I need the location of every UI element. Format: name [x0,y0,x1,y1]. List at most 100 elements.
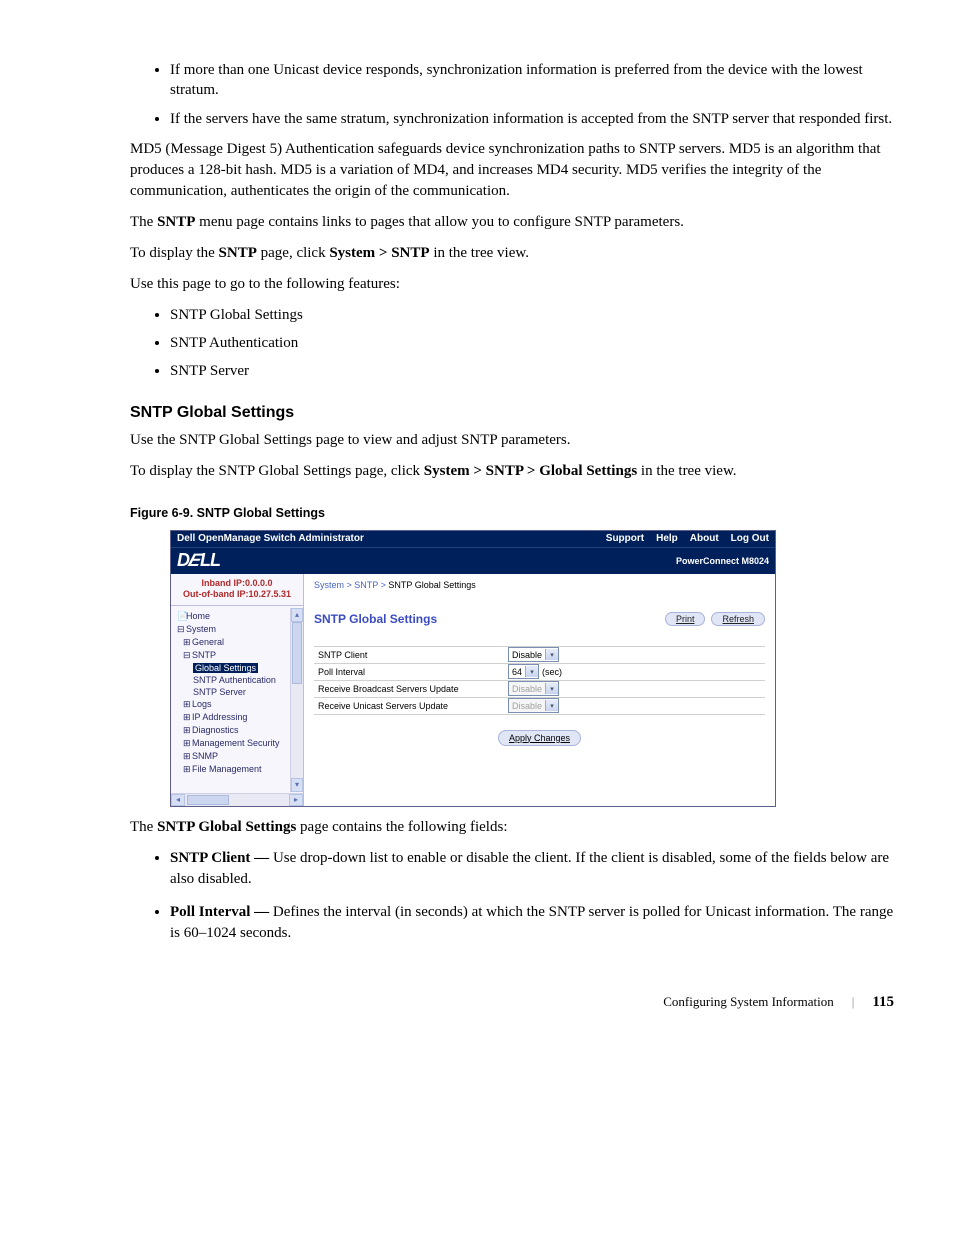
tree-diagnostics[interactable]: ⊞Diagnostics [177,724,299,737]
tree-global-settings[interactable]: Global Settings [177,662,299,674]
sntp-client-select[interactable]: Disable▾ [508,647,559,662]
text-bold: System > SNTP > Global Settings [424,463,637,479]
chevron-down-icon: ▾ [545,700,558,711]
text: menu page contains links to pages that a… [195,214,684,230]
scroll-thumb[interactable] [292,622,302,684]
tree-general[interactable]: ⊞General [177,636,299,649]
print-button[interactable]: Print [665,612,706,626]
footer-separator: | [852,994,855,1010]
tree-sntp-server[interactable]: SNTP Server [177,686,299,698]
page-footer: Configuring System Information | 115 [130,994,894,1011]
row-broadcast-update: Receive Broadcast Servers Update Disable… [314,680,765,697]
features-list: SNTP Global Settings SNTP Authentication… [130,305,894,382]
text-bold: SNTP [219,245,257,261]
tree-sntp-auth[interactable]: SNTP Authentication [177,674,299,686]
tree-ip-addressing[interactable]: ⊞IP Addressing [177,711,299,724]
paragraph-display: To display the SNTP page, click System >… [130,243,894,264]
text-bold: System > SNTP [329,245,429,261]
tree-management-security[interactable]: ⊞Management Security [177,737,299,750]
text-bold: SNTP [157,214,195,230]
poll-interval-select[interactable]: 64▾ [508,664,539,679]
bullet-item: If the servers have the same stratum, sy… [170,109,894,129]
scrollbar-vertical[interactable]: ▴ ▾ [290,608,303,792]
text: The [130,214,157,230]
ip-info: Inband IP:0.0.0.0 Out-of-band IP:10.27.5… [171,574,303,606]
panel-title: SNTP Global Settings [314,612,659,626]
nav-logout[interactable]: Log Out [731,533,769,544]
field-desc: Use drop-down list to enable or disable … [170,850,889,887]
paragraph-fields: The SNTP Global Settings page contains t… [130,817,894,838]
tree-system[interactable]: ⊟System [177,623,299,636]
tree-home[interactable]: 📄Home [177,610,299,623]
label: Receive Broadcast Servers Update [318,684,508,694]
text: in the tree view. [637,463,736,479]
settings-table: SNTP Client Disable▾ Poll Interval 64▾ (… [314,646,765,715]
broadcast-select: Disable▾ [508,681,559,696]
bullet-item: If more than one Unicast device responds… [170,60,894,101]
chevron-down-icon: ▾ [525,666,538,677]
list-item: SNTP Global Settings [170,305,894,325]
text: page contains the following fields: [296,819,507,835]
text: The [130,819,157,835]
main-panel: System > SNTP > SNTP Global Settings SNT… [304,574,775,806]
unit-label: (sec) [542,667,562,677]
nav-about[interactable]: About [690,533,719,544]
text-bold: SNTP Global Settings [157,819,296,835]
tree-logs[interactable]: ⊞Logs [177,698,299,711]
scroll-right-icon[interactable]: ▸ [289,794,303,806]
field-name: Poll Interval — [170,904,273,920]
list-item: SNTP Server [170,361,894,381]
crumb-system[interactable]: System [314,580,344,590]
nav-help[interactable]: Help [656,533,678,544]
inband-ip: Inband IP:0.0.0.0 [173,578,301,590]
titlebar: Dell OpenManage Switch Administrator Sup… [171,531,775,547]
scroll-thumb[interactable] [187,795,229,805]
paragraph-usepage: Use this page to go to the following fea… [130,274,894,295]
list-item: SNTP Client — Use drop-down list to enab… [170,848,894,890]
footer-section: Configuring System Information [663,994,833,1010]
text: in the tree view. [430,245,529,261]
heading-sgs: SNTP Global Settings [130,404,894,422]
scroll-left-icon[interactable]: ◂ [171,794,185,806]
paragraph-sgs-intro: Use the SNTP Global Settings page to vie… [130,430,894,451]
screenshot: Dell OpenManage Switch Administrator Sup… [170,530,776,807]
breadcrumb: System > SNTP > SNTP Global Settings [314,580,765,600]
list-item: SNTP Authentication [170,333,894,353]
paragraph-sgs-display: To display the SNTP Global Settings page… [130,461,894,482]
brand-logo: DELL [177,550,220,571]
page-number: 115 [872,994,894,1011]
crumb-current: SNTP Global Settings [388,580,475,590]
apply-changes-button[interactable]: Apply Changes [498,730,581,746]
field-description-list: SNTP Client — Use drop-down list to enab… [130,848,894,944]
label: SNTP Client [318,650,508,660]
chevron-down-icon: ▾ [545,649,558,660]
row-unicast-update: Receive Unicast Servers Update Disable▾ [314,697,765,714]
product-name: PowerConnect M8024 [676,556,769,566]
row-poll-interval: Poll Interval 64▾ (sec) [314,663,765,680]
oob-ip: Out-of-band IP:10.27.5.31 [173,589,301,601]
scroll-up-icon[interactable]: ▴ [291,608,303,622]
field-desc: Defines the interval (in seconds) at whi… [170,904,893,941]
label: Receive Unicast Servers Update [318,701,508,711]
figure-caption: Figure 6-9. SNTP Global Settings [130,506,894,520]
paragraph-menu: The SNTP menu page contains links to pag… [130,212,894,233]
crumb-sntp[interactable]: SNTP [354,580,378,590]
title-text: Dell OpenManage Switch Administrator [177,533,594,544]
scroll-down-icon[interactable]: ▾ [291,778,303,792]
nav-tree: 📄Home ⊟System ⊞General ⊟SNTP Global Sett… [171,606,303,806]
refresh-button[interactable]: Refresh [711,612,765,626]
text: To display the [130,245,219,261]
scrollbar-horizontal[interactable]: ◂ ▸ [171,793,303,806]
chevron-down-icon: ▾ [545,683,558,694]
tree-sntp[interactable]: ⊟SNTP [177,649,299,662]
paragraph-md5: MD5 (Message Digest 5) Authentication sa… [130,139,894,202]
list-item: Poll Interval — Defines the interval (in… [170,902,894,944]
nav-support[interactable]: Support [606,533,644,544]
field-name: SNTP Client — [170,850,273,866]
tree-file-management[interactable]: ⊞File Management [177,763,299,776]
sidebar: Inband IP:0.0.0.0 Out-of-band IP:10.27.5… [171,574,304,806]
tree-snmp[interactable]: ⊞SNMP [177,750,299,763]
text: page, click [257,245,329,261]
bullet-list-top: If more than one Unicast device responds… [130,60,894,129]
brand-bar: DELL PowerConnect M8024 [171,547,775,574]
